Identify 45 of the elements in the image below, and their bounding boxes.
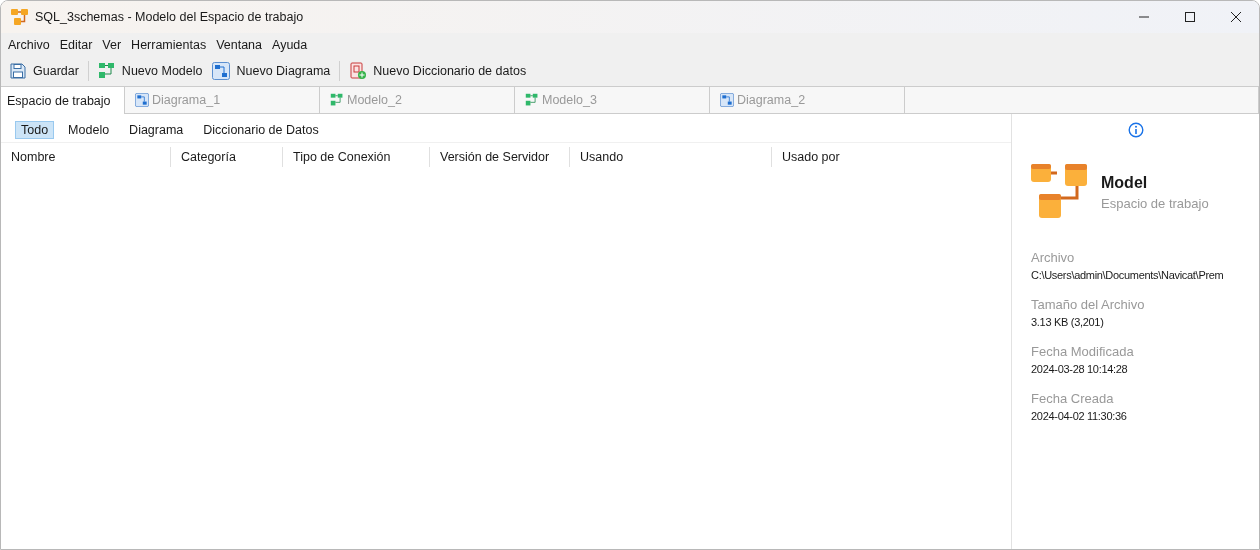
field-label: Tamaño del Archivo: [1031, 297, 1146, 312]
column-header[interactable]: Versión de Servidor: [430, 147, 570, 167]
menu-item[interactable]: Herramientas: [126, 37, 212, 52]
window-title: SQL_3schemas - Modelo del Espacio de trabajo: [35, 10, 304, 24]
info-icon[interactable]: [1127, 122, 1144, 138]
menu-item[interactable]: Ver: [97, 37, 127, 52]
model-icon: [330, 93, 344, 107]
field-label: Fecha Creada: [1031, 391, 1115, 406]
save-icon: [9, 62, 27, 80]
diagram-icon: [135, 93, 149, 107]
column-header[interactable]: Usando: [570, 147, 772, 167]
model-icon: [525, 93, 539, 107]
menu-item[interactable]: Editar: [54, 37, 98, 52]
field-label: Archivo: [1031, 250, 1076, 265]
diagram-icon: [212, 62, 231, 80]
filter-tab[interactable]: Diagrama: [123, 121, 190, 139]
filter-tab[interactable]: Diccionario de Datos: [197, 121, 325, 139]
menu-item[interactable]: Ayuda: [267, 37, 313, 52]
dictionary-icon: [349, 62, 368, 80]
field-value: 3.13 KB (3,201): [1031, 316, 1105, 328]
column-header[interactable]: Usado por: [772, 147, 1011, 167]
object-type: Espacio de trabajo: [1101, 195, 1209, 211]
app-icon: [11, 9, 29, 25]
column-header[interactable]: Tipo de Conexión: [283, 147, 430, 167]
column-header[interactable]: Nombre: [1, 147, 171, 167]
toolbar-button[interactable]: Guardar: [5, 60, 83, 82]
menu-item[interactable]: Ventana: [211, 37, 268, 52]
maximize-icon: [1185, 12, 1195, 22]
model-file-icon: [1031, 164, 1087, 220]
diagram-icon: [720, 93, 734, 107]
filter-tab[interactable]: Modelo: [62, 121, 116, 139]
toolbar-button[interactable]: Nuevo Modelo: [93, 60, 207, 82]
field-value: 2024-03-28 10:14:28: [1031, 363, 1129, 375]
column-header[interactable]: Categoría: [171, 147, 283, 167]
toolbar-button[interactable]: Nuevo Diagrama: [208, 60, 335, 82]
menu-item[interactable]: Archivo: [3, 37, 55, 52]
close-icon: [1231, 12, 1241, 22]
object-name: Model: [1101, 173, 1149, 192]
toolbar-button[interactable]: Nuevo Diccionario de datos: [345, 60, 531, 82]
tab[interactable]: Espacio de trabajo: [1, 87, 125, 114]
field-value: 2024-04-02 11:30:36: [1031, 410, 1128, 422]
model-icon: [97, 62, 116, 80]
filter-tab[interactable]: Todo: [15, 121, 55, 139]
field-label: Fecha Modificada: [1031, 344, 1135, 359]
field-value: C:\Users\admin\Documents\Navicat\Prem: [1031, 269, 1225, 281]
